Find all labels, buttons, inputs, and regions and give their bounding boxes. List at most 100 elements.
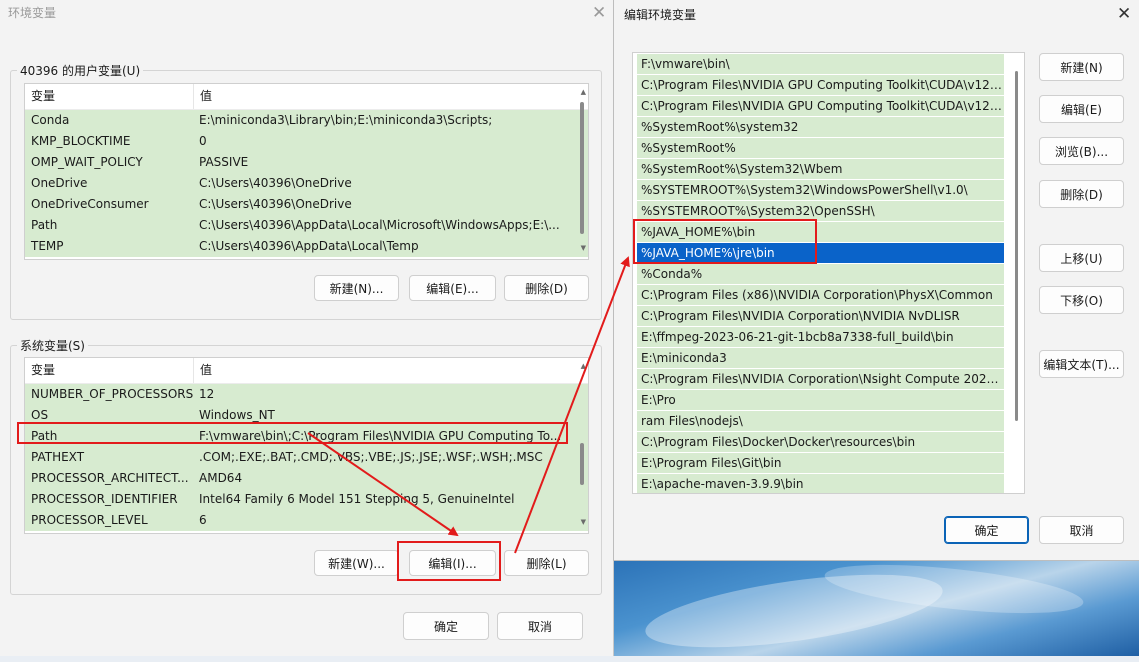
path-entry[interactable]: %SystemRoot%\system32 <box>637 117 1004 137</box>
system-variables-group: 系统变量(S) 变量 值 NUMBER_OF_PROCESSORS 12 OS Win… <box>10 337 602 595</box>
table-row[interactable]: PROCESSOR_ARCHITECT... AMD64 <box>25 468 588 489</box>
dialog-title: 环境变量 <box>8 6 57 20</box>
path-entries-list[interactable]: F:\vmware\bin\ C:\Program Files\NVIDIA GP… <box>632 52 1025 494</box>
column-header-value[interactable]: 值 <box>194 358 588 383</box>
column-header-variable[interactable]: 变量 <box>25 358 194 383</box>
edit-ok-button[interactable]: 确定 <box>944 516 1029 544</box>
scroll-down-icon[interactable]: ▼ <box>581 244 586 252</box>
path-entry[interactable]: %JAVA_HOME%\jre\bin <box>637 243 1004 263</box>
list-header: 变量 值 <box>25 358 588 384</box>
path-entry[interactable]: F:\vmware\bin\ <box>637 54 1004 74</box>
table-row[interactable]: OMP_WAIT_POLICY PASSIVE <box>25 152 588 173</box>
user-variables-legend: 40396 的用户变量(U) <box>17 62 144 79</box>
table-row[interactable]: Path C:\Users\40396\AppData\Local\Microso… <box>25 215 588 236</box>
variable-name: PROCESSOR_IDENTIFIER <box>31 492 178 506</box>
path-entry[interactable]: E:\Program Files\Git\bin <box>637 453 1004 473</box>
close-icon[interactable]: ✕ <box>1117 6 1131 23</box>
path-entry[interactable]: C:\Program Files\NVIDIA GPU Computing To… <box>637 75 1004 95</box>
scroll-up-icon[interactable]: ▲ <box>581 88 586 96</box>
path-entry[interactable]: C:\Program Files\NVIDIA Corporation\NVID… <box>637 306 1004 326</box>
system-new-button[interactable]: 新建(W)... <box>314 550 399 576</box>
scrollbar-thumb[interactable] <box>580 443 584 485</box>
table-row[interactable]: PATHEXT .COM;.EXE;.BAT;.CMD;.VBS;.VBE;.JS… <box>25 447 588 468</box>
variable-value: AMD64 <box>199 471 243 485</box>
path-entry[interactable]: %Conda% <box>637 264 1004 284</box>
edit-environment-variable-dialog: 编辑环境变量 ✕ F:\vmware\bin\ C:\Program Files\… <box>613 0 1139 561</box>
variable-name: Conda <box>31 113 70 127</box>
user-edit-button[interactable]: 编辑(E)... <box>409 275 496 301</box>
system-delete-button[interactable]: 删除(L) <box>504 550 589 576</box>
path-entry[interactable]: C:\Program Files\Docker\Docker\resources… <box>637 432 1004 452</box>
variable-value: .COM;.EXE;.BAT;.CMD;.VBS;.VBE;.JS;.JSE;.… <box>199 450 543 464</box>
table-row[interactable]: Conda E:\miniconda3\Library\bin;E:\minico… <box>25 110 588 131</box>
table-row[interactable]: OneDrive C:\Users\40396\OneDrive <box>25 173 588 194</box>
variable-value: 0 <box>199 134 207 148</box>
table-row[interactable]: PROCESSOR_IDENTIFIER Intel64 Family 6 Mod… <box>25 489 588 510</box>
path-entry[interactable]: C:\Program Files\NVIDIA GPU Computing To… <box>637 96 1004 116</box>
variable-name: KMP_BLOCKTIME <box>31 134 131 148</box>
path-move-down-button[interactable]: 下移(O) <box>1039 286 1124 314</box>
user-variables-list[interactable]: 变量 值 Conda E:\miniconda3\Library\bin;E:\m… <box>24 83 589 260</box>
user-delete-button[interactable]: 删除(D) <box>504 275 589 301</box>
path-edit-text-button[interactable]: 编辑文本(T)... <box>1039 350 1124 378</box>
table-row[interactable]: PROCESSOR_LEVEL 6 <box>25 510 588 531</box>
env-cancel-button[interactable]: 取消 <box>497 612 583 640</box>
variable-name: TEMP <box>31 239 64 253</box>
variable-value: C:\Users\40396\OneDrive <box>199 197 352 211</box>
scroll-down-icon[interactable]: ▼ <box>581 518 586 526</box>
path-edit-button[interactable]: 编辑(E) <box>1039 95 1124 123</box>
path-entry[interactable]: E:\apache-maven-3.9.9\bin <box>637 474 1004 493</box>
variable-name: OMP_WAIT_POLICY <box>31 155 143 169</box>
variable-value: F:\vmware\bin\;C:\Program Files\NVIDIA G… <box>199 429 562 443</box>
variable-value: Intel64 Family 6 Model 151 Stepping 5, G… <box>199 492 515 506</box>
variable-value: 6 <box>199 513 207 527</box>
variable-name: NUMBER_OF_PROCESSORS <box>31 387 193 401</box>
path-entry[interactable]: %JAVA_HOME%\bin <box>637 222 1004 242</box>
variable-value: 12 <box>199 387 215 401</box>
path-entry[interactable]: C:\Program Files (x86)\NVIDIA Corporatio… <box>637 285 1004 305</box>
table-row[interactable]: Path F:\vmware\bin\;C:\Program Files\NVID… <box>25 426 588 447</box>
path-entry[interactable]: %SystemRoot%\System32\Wbem <box>637 159 1004 179</box>
path-delete-button[interactable]: 删除(D) <box>1039 180 1124 208</box>
table-row[interactable]: OneDriveConsumer C:\Users\40396\OneDrive <box>25 194 588 215</box>
variable-value: C:\Users\40396\AppData\Local\Microsoft\W… <box>199 218 560 232</box>
table-row[interactable]: NUMBER_OF_PROCESSORS 12 <box>25 384 588 405</box>
close-icon[interactable]: ✕ <box>592 5 606 22</box>
path-entry[interactable]: C:\Program Files\NVIDIA Corporation\Nsig… <box>637 369 1004 389</box>
path-entry[interactable]: %SystemRoot% <box>637 138 1004 158</box>
path-entry[interactable]: %SYSTEMROOT%\System32\OpenSSH\ <box>637 201 1004 221</box>
path-new-button[interactable]: 新建(N) <box>1039 53 1124 81</box>
scrollbar-thumb[interactable] <box>580 102 584 234</box>
scroll-up-icon[interactable]: ▲ <box>581 362 586 370</box>
path-entry[interactable]: E:\Pro <box>637 390 1004 410</box>
path-entry[interactable]: E:\miniconda3 <box>637 348 1004 368</box>
dialog-title: 编辑环境变量 <box>624 8 697 22</box>
path-entry[interactable]: E:\ffmpeg-2023-06-21-git-1bcb8a7338-full… <box>637 327 1004 347</box>
edit-cancel-button[interactable]: 取消 <box>1039 516 1124 544</box>
env-ok-button[interactable]: 确定 <box>403 612 489 640</box>
column-header-variable[interactable]: 变量 <box>25 84 194 109</box>
path-entry[interactable]: %SYSTEMROOT%\System32\WindowsPowerShell\… <box>637 180 1004 200</box>
system-variables-list[interactable]: 变量 值 NUMBER_OF_PROCESSORS 12 OS Windows_NT P… <box>24 357 589 534</box>
variable-name: PROCESSOR_ARCHITECT... <box>31 471 189 485</box>
path-entry[interactable]: ram Files\nodejs\ <box>637 411 1004 431</box>
path-move-up-button[interactable]: 上移(U) <box>1039 244 1124 272</box>
user-new-button[interactable]: 新建(N)... <box>314 275 399 301</box>
variable-name: PATHEXT <box>31 450 85 464</box>
table-row[interactable]: KMP_BLOCKTIME 0 <box>25 131 588 152</box>
path-browse-button[interactable]: 浏览(B)... <box>1039 137 1124 165</box>
table-row[interactable]: TEMP C:\Users\40396\AppData\Local\Temp <box>25 236 588 257</box>
variable-name: Path <box>31 429 58 443</box>
variable-name: OS <box>31 408 49 422</box>
table-row[interactable]: OS Windows_NT <box>25 405 588 426</box>
system-variables-legend: 系统变量(S) <box>17 337 88 354</box>
variable-value: E:\miniconda3\Library\bin;E:\miniconda3\… <box>199 113 493 127</box>
environment-variables-dialog: 环境变量 ✕ 40396 的用户变量(U) 变量 值 Conda E:\minic… <box>0 0 614 656</box>
scrollbar-thumb[interactable] <box>1015 71 1018 421</box>
variable-value: Windows_NT <box>199 408 275 422</box>
variable-name: PROCESSOR_LEVEL <box>31 513 148 527</box>
variable-name: OneDriveConsumer <box>31 197 149 211</box>
user-variables-group: 40396 的用户变量(U) 变量 值 Conda E:\miniconda3\L… <box>10 62 602 320</box>
system-edit-button[interactable]: 编辑(I)... <box>409 550 496 576</box>
column-header-value[interactable]: 值 <box>194 84 588 109</box>
